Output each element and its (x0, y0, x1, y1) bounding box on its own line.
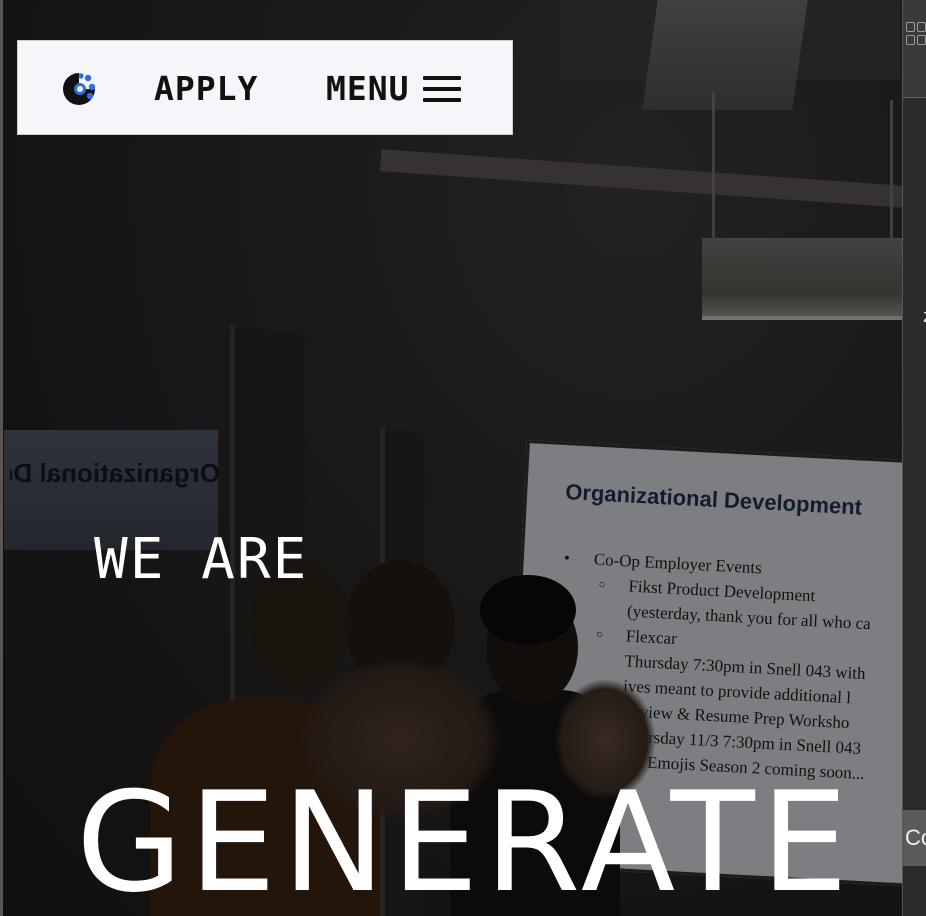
hero-title: GENERATE (76, 762, 855, 916)
hamburger-icon (423, 76, 462, 102)
logo-icon[interactable] (62, 72, 96, 106)
adjacent-button-fragment[interactable]: Co (903, 810, 926, 866)
menu-button[interactable]: MENU (326, 67, 462, 111)
apply-button[interactable]: APPLY (154, 67, 258, 111)
adjacent-window-edge: z Co (902, 0, 926, 916)
page: Organizational De Organizational Develop… (0, 0, 926, 916)
left-edge-line (0, 0, 3, 916)
menu-label: MENU (326, 69, 410, 108)
hero-subtitle: WE ARE (94, 527, 309, 592)
adjacent-toolbar (903, 0, 926, 98)
top-nav: APPLY MENU (17, 40, 513, 135)
grid-icon[interactable] (906, 22, 926, 46)
